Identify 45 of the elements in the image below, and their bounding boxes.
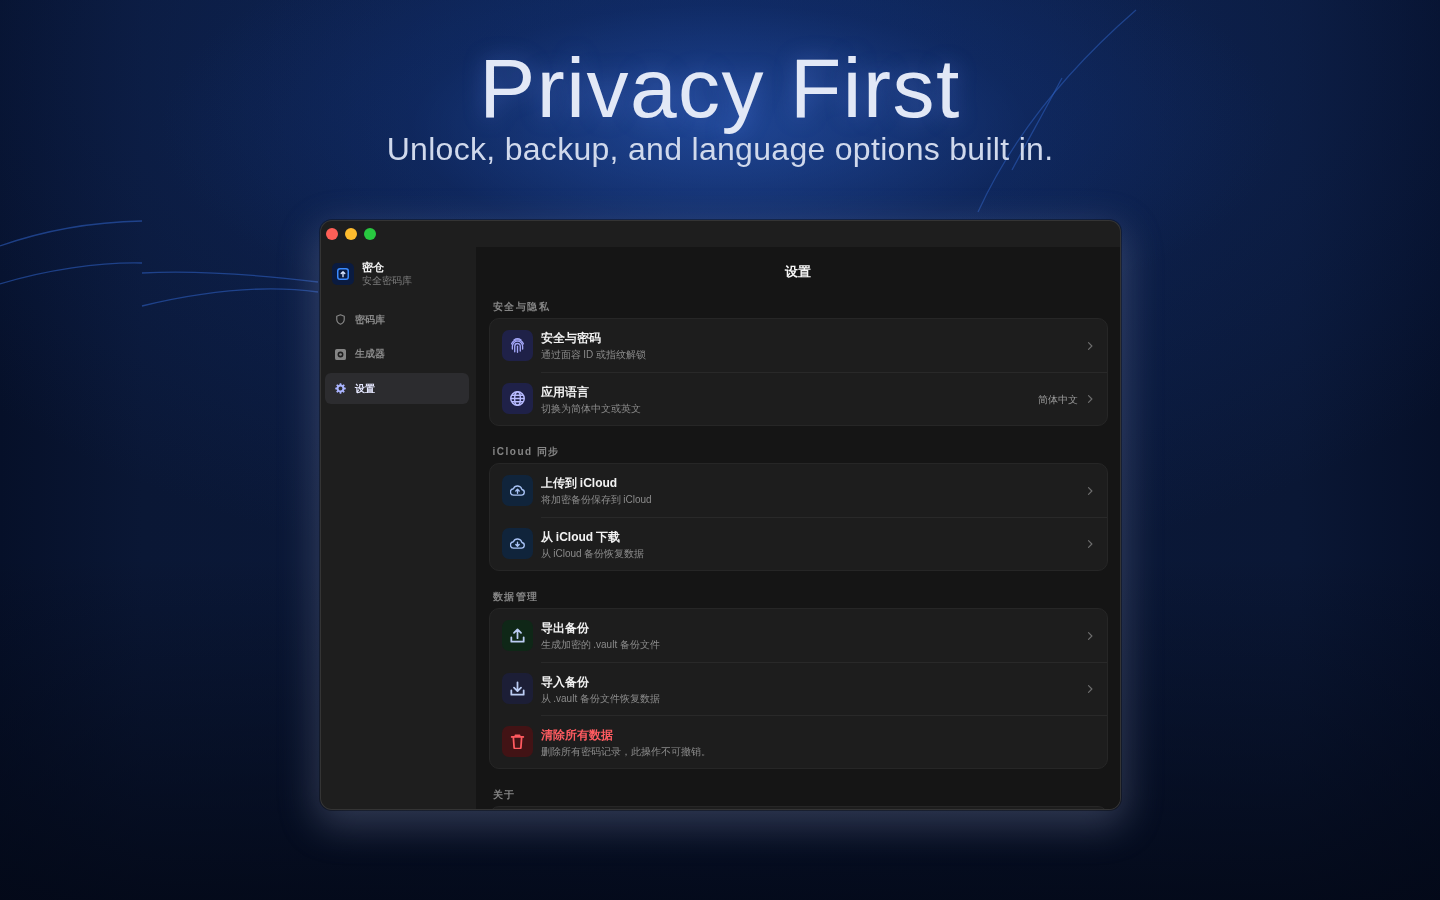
setting-description: 从 iCloud 备份恢复数据 xyxy=(540,546,645,560)
sidebar-item[interactable]: 设置 xyxy=(324,373,469,404)
setting-title[interactable]: 导入备份 xyxy=(540,673,589,690)
setting-description: 从 .vault 备份文件恢复数据 xyxy=(540,691,660,705)
setting-description: 生成加密的 .vault 备份文件 xyxy=(540,638,660,651)
section-label: 安全与隐私 xyxy=(492,301,550,312)
app-tagline: 安全密码库 xyxy=(361,275,412,287)
page-title: 设置 xyxy=(785,264,811,279)
chevron-right-icon xyxy=(1086,340,1093,351)
fingerprint-icon xyxy=(501,330,533,361)
cloud-upload-icon xyxy=(501,475,533,506)
window-close-icon[interactable] xyxy=(325,228,338,240)
section-label: 数据管理 xyxy=(492,591,539,602)
setting-description: 删除所有密码记录，此操作不可撤销。 xyxy=(540,744,711,758)
setting-title[interactable]: 从 iCloud 下载 xyxy=(540,528,621,545)
upload-icon xyxy=(501,620,533,651)
setting-description: 切换为简体中文或英文 xyxy=(540,401,641,415)
setting-title[interactable]: 清除所有数据 xyxy=(540,726,613,743)
chevron-right-icon xyxy=(1086,539,1093,549)
dice-icon xyxy=(334,348,346,360)
globe-icon xyxy=(501,383,533,414)
setting-title[interactable]: 导出备份 xyxy=(540,620,589,636)
cloud-download-icon xyxy=(501,528,533,559)
setting-title[interactable]: 应用语言 xyxy=(540,383,589,400)
chevron-right-icon xyxy=(1086,684,1093,694)
gear-icon xyxy=(334,383,346,394)
chevron-right-icon xyxy=(1086,394,1093,404)
sidebar-item[interactable]: 密码库 xyxy=(324,304,469,335)
app-name: 密仓 xyxy=(361,261,384,274)
chevron-right-icon xyxy=(1086,630,1093,641)
window-zoom-icon[interactable] xyxy=(363,228,376,240)
sidebar-item[interactable]: 生成器 xyxy=(324,338,469,370)
window-minimize-icon[interactable] xyxy=(344,228,357,240)
chevron-right-icon xyxy=(1086,485,1093,496)
setting-title[interactable]: 安全与密码 xyxy=(540,330,601,346)
shield-icon xyxy=(334,314,346,325)
setting-title[interactable]: 上传到 iCloud xyxy=(540,475,618,491)
section-label: 关于 xyxy=(492,789,516,800)
setting-value: 简体中文 xyxy=(1037,392,1078,406)
setting-description: 将加密备份保存到 iCloud xyxy=(540,493,652,506)
app-logo-icon xyxy=(331,263,354,285)
download-icon xyxy=(501,673,533,704)
section-label: iCloud 同步 xyxy=(492,446,560,457)
setting-description: 通过面容 ID 或指纹解锁 xyxy=(540,348,647,361)
trash-icon xyxy=(501,726,533,757)
